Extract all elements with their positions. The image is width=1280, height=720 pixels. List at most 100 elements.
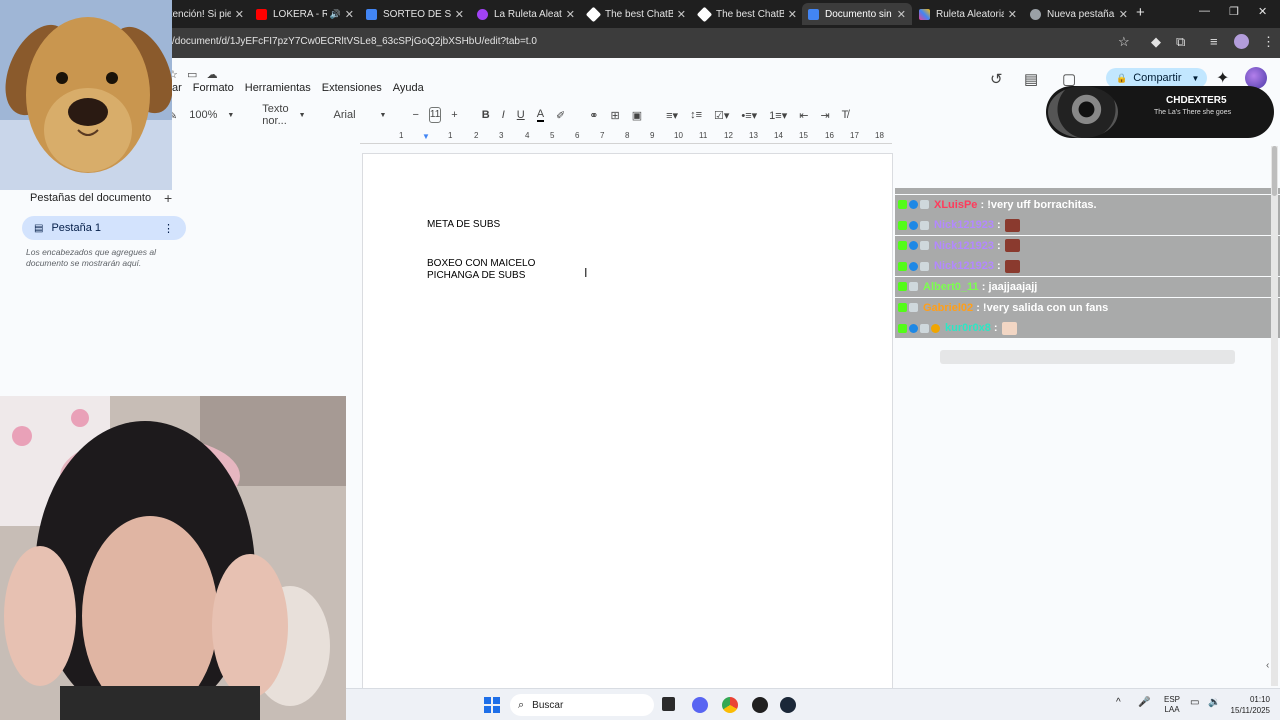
doc-line[interactable]: META DE SUBS (427, 219, 500, 230)
zoom-select[interactable]: 100% ▼ (189, 109, 234, 121)
browser-tab[interactable]: LOKERA - Rau 🔊 ✕ (250, 3, 360, 25)
scrollbar-thumb[interactable] (1272, 146, 1277, 196)
browser-tab[interactable]: The best ChatBot ✕ (582, 3, 692, 25)
profile-avatar[interactable] (1234, 34, 1249, 49)
restore-icon[interactable]: ❐ (1229, 5, 1239, 18)
chat-message: Nick121923 : (895, 215, 1280, 236)
italic-icon[interactable]: I (502, 109, 505, 121)
extension-diamond-icon[interactable]: ◆ (1151, 34, 1161, 50)
windows-start-icon[interactable] (484, 697, 500, 713)
chat-message: Nick121923 : (895, 256, 1280, 277)
task-view-icon[interactable] (662, 697, 675, 711)
chevron-down-icon[interactable]: ▼ (1192, 74, 1200, 83)
steam-icon[interactable] (780, 697, 796, 713)
document-page[interactable]: META DE SUBS BOXEO CON MAICELO PICHANGA … (362, 153, 893, 693)
highlight-icon[interactable]: ✐ (556, 109, 565, 122)
extensions-puzzle-icon[interactable]: ⧉ (1176, 34, 1185, 50)
close-tab-icon[interactable]: ✕ (677, 8, 686, 21)
numbered-list-icon[interactable]: 1≡▾ (769, 109, 787, 122)
indent-marker-icon[interactable]: ▼ (422, 132, 430, 141)
taskbar-clock[interactable]: 01:10 15/11/2025 (1226, 694, 1270, 716)
bookmark-star-icon[interactable]: ☆ (1118, 34, 1130, 50)
minimize-icon[interactable]: — (1199, 5, 1210, 17)
close-window-icon[interactable]: ✕ (1258, 5, 1267, 18)
menu-item-tools[interactable]: Herramientas (245, 82, 311, 94)
formatting-toolbar: ✎ 100% ▼ Texto nor... ▼ Arial ▼ − 11 + B I … (168, 103, 858, 127)
sub-badge-icon (909, 303, 918, 313)
browser-tab[interactable]: La Ruleta Aleator ✕ (471, 3, 581, 25)
font-select[interactable]: Arial ▼ (334, 109, 387, 121)
text-color-icon[interactable]: A (536, 108, 545, 122)
font-size-input[interactable]: 11 (428, 107, 442, 123)
chat-message: Albert0_11 : jaajjaajajj (895, 276, 1280, 297)
side-panel-expand-icon[interactable]: ‹ (1266, 660, 1269, 671)
doc-line[interactable]: PICHANGA DE SUBS (427, 270, 525, 281)
taskbar-search[interactable]: ⌕ Buscar (510, 694, 654, 716)
speaker-icon[interactable]: 🔊 (330, 9, 341, 20)
obs-icon[interactable] (752, 697, 768, 713)
add-tab-button[interactable]: + (164, 190, 172, 206)
sub-badge-icon (920, 323, 929, 333)
document-tab-label: Pestaña 1 (51, 222, 101, 234)
menu-item-extensions[interactable]: Extensiones (322, 82, 382, 94)
link-icon[interactable]: ⚭ (589, 109, 598, 122)
line-spacing-icon[interactable]: ↕≡ (690, 109, 702, 121)
close-tab-icon[interactable]: ✕ (788, 8, 797, 21)
close-tab-icon[interactable]: ✕ (1008, 8, 1017, 21)
checklist-icon[interactable]: ☑▾ (714, 109, 729, 122)
bold-icon[interactable]: B (482, 109, 490, 121)
doc-line[interactable]: BOXEO CON MAICELO (427, 258, 535, 269)
tab-title: The best ChatBot (605, 8, 673, 20)
decrease-font-size-icon[interactable]: − (412, 109, 418, 121)
style-select[interactable]: Texto nor... ▼ (262, 103, 305, 127)
network-icon[interactable]: ▭ (1190, 697, 1199, 708)
underline-icon[interactable]: U (517, 109, 525, 121)
new-tab-button[interactable]: + (1136, 4, 1145, 21)
image-icon[interactable]: ▣ (632, 109, 642, 122)
ruler-number: 8 (625, 131, 630, 140)
chat-username: XLuisPe (934, 198, 978, 211)
browser-tab[interactable]: SORTEO DE SUBS ✕ (360, 3, 470, 25)
microphone-icon[interactable]: 🎤 (1138, 697, 1150, 708)
chrome-icon[interactable] (722, 697, 738, 713)
browser-tab[interactable]: Nueva pestaña ✕ (1024, 3, 1134, 25)
volume-icon[interactable]: 🔉 (1208, 697, 1220, 708)
close-tab-icon[interactable]: ✕ (235, 8, 244, 21)
more-options-icon[interactable]: ⋮ (163, 222, 174, 235)
close-tab-icon[interactable]: ✕ (566, 8, 575, 21)
gemini-icon[interactable]: ✦ (1216, 68, 1229, 88)
media-control-icon[interactable]: ≡ (1210, 34, 1218, 49)
ruler-number: 1 (448, 131, 453, 140)
vinyl-record-icon (1048, 86, 1118, 138)
document-scrollbar[interactable] (1271, 146, 1278, 686)
url-field[interactable]: /document/d/1JyEFcFI7pzY7Cw0ECRltVSLe8_6… (172, 36, 537, 47)
comments-icon[interactable]: ▤ (1024, 70, 1038, 88)
increase-font-size-icon[interactable]: + (451, 109, 457, 121)
increase-indent-icon[interactable]: ⇥ (820, 109, 829, 122)
browser-tab-active[interactable]: Documento sin títu ✕ (802, 3, 912, 25)
browser-tab[interactable]: Ruleta Aleatoria ✕ (913, 3, 1023, 25)
comment-icon[interactable]: ⊞ (610, 109, 619, 122)
decrease-indent-icon[interactable]: ⇤ (799, 109, 808, 122)
document-tab-item[interactable]: ▤ Pestaña 1 ⋮ (22, 216, 186, 240)
menu-item-help[interactable]: Ayuda (393, 82, 424, 94)
clear-formatting-icon[interactable]: T̸ (842, 109, 849, 121)
browser-menu-icon[interactable]: ⋮ (1262, 34, 1275, 50)
menu-item-format[interactable]: Formato (193, 82, 234, 94)
close-tab-icon[interactable]: ✕ (455, 8, 464, 21)
close-tab-icon[interactable]: ✕ (1119, 8, 1128, 21)
wheel-icon (919, 8, 930, 20)
close-tab-icon[interactable]: ✕ (897, 8, 906, 21)
close-tab-icon[interactable]: ✕ (345, 8, 354, 21)
history-icon[interactable]: ↺ (990, 70, 1003, 88)
align-icon[interactable]: ≡▾ (666, 109, 678, 122)
share-button[interactable]: 🔒 Compartir ▼ (1106, 68, 1207, 88)
tray-chevron-icon[interactable]: ^ (1116, 697, 1121, 708)
menu-item-insert[interactable]: ar (172, 82, 182, 94)
bulleted-list-icon[interactable]: •≡▾ (741, 109, 757, 122)
discord-icon[interactable] (692, 697, 708, 713)
language-indicator[interactable]: ESP LAA (1164, 695, 1180, 715)
browser-tab[interactable]: The best ChatBot ✕ (693, 3, 803, 25)
menu-bar: ar Formato Herramientas Extensiones Ayud… (172, 82, 435, 94)
chat-text: !very salida con un fans (982, 301, 1109, 314)
